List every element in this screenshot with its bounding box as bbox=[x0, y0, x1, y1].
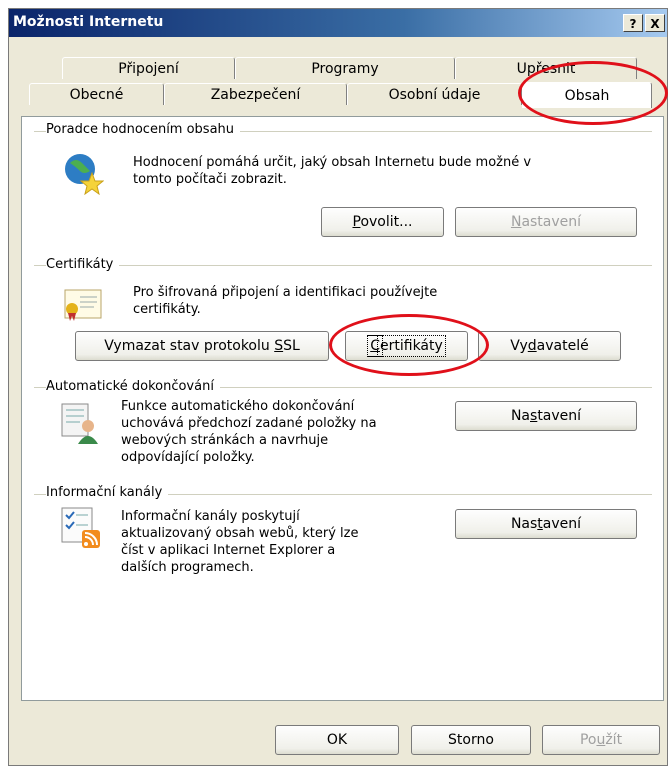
certificate-icon bbox=[64, 289, 102, 321]
clear-ssl-state-button[interactable]: Vymazat stav protokolu SSL bbox=[75, 331, 329, 361]
autocomplete-desc-line3: webových stránkách a navrhuje bbox=[121, 433, 329, 448]
tab-programy[interactable]: Programy bbox=[235, 57, 455, 79]
autocomplete-desc-line2: uchovává předchozí zadané položky na bbox=[121, 416, 377, 431]
ratings-heading: Poradce hodnocením obsahu bbox=[46, 122, 241, 137]
feeds-desc-line1: Informační kanály poskytují bbox=[121, 509, 300, 524]
tab-obecne[interactable]: Obecné bbox=[29, 83, 164, 105]
globe-star-icon bbox=[65, 154, 104, 195]
title-bar: Možnosti Internetu ? X bbox=[9, 9, 667, 37]
autocomplete-user-icon bbox=[61, 403, 98, 444]
publishers-button[interactable]: Vydavatelé bbox=[478, 331, 621, 361]
autocomplete-settings-button[interactable]: Nastavení bbox=[455, 401, 637, 431]
close-button[interactable]: X bbox=[645, 14, 665, 32]
tab-upresnit[interactable]: Upřesnit bbox=[455, 57, 637, 79]
autocomplete-heading: Automatické dokončování bbox=[46, 379, 220, 394]
ratings-desc-line1: Hodnocení pomáhá určit, jaký obsah Inter… bbox=[133, 155, 532, 170]
help-button[interactable]: ? bbox=[623, 14, 643, 32]
certificates-heading: Certifikáty bbox=[46, 257, 120, 272]
content-tab-panel: Poradce hodnocením obsahu Hodnocení pomá… bbox=[21, 116, 664, 701]
enable-ratings-button[interactable]: Povolit... bbox=[321, 207, 444, 237]
feeds-desc-line3: číst v aplikaci Internet Explorer a bbox=[121, 543, 336, 558]
certificates-button[interactable]: Certifikáty bbox=[345, 331, 468, 361]
ratings-settings-button: Nastavení bbox=[455, 207, 637, 237]
internet-options-dialog: Možnosti Internetu ? X Připojení Program… bbox=[8, 8, 668, 766]
tab-pripojeni[interactable]: Připojení bbox=[62, 57, 235, 79]
ratings-desc-line2: tomto počítači zobrazit. bbox=[133, 172, 287, 187]
certificates-desc-line2: certifikáty. bbox=[133, 302, 201, 317]
apply-button: Použít bbox=[542, 725, 660, 755]
group-divider bbox=[34, 265, 652, 266]
tab-zabezpeceni[interactable]: Zabezpečení bbox=[164, 83, 347, 105]
tab-obsah[interactable]: Obsah bbox=[522, 82, 652, 108]
feeds-desc-line2: aktualizovaný obsah webů, který lze bbox=[121, 526, 359, 541]
feeds-desc-line4: dalších programech. bbox=[121, 560, 254, 575]
feeds-rss-icon bbox=[61, 507, 100, 548]
feeds-heading: Informační kanály bbox=[46, 485, 169, 500]
autocomplete-desc-line4: odpovídající položky. bbox=[121, 450, 255, 465]
feeds-settings-button[interactable]: Nastavení bbox=[455, 509, 637, 539]
autocomplete-desc-line1: Funkce automatického dokončování bbox=[121, 399, 355, 414]
cancel-button[interactable]: Storno bbox=[411, 725, 531, 755]
ok-button[interactable]: OK bbox=[275, 725, 399, 755]
tab-osobni-udaje[interactable]: Osobní údaje bbox=[347, 83, 522, 105]
certificates-desc-line1: Pro šifrovaná připojení a identifikaci p… bbox=[133, 285, 438, 300]
window-title: Možnosti Internetu bbox=[13, 14, 164, 30]
